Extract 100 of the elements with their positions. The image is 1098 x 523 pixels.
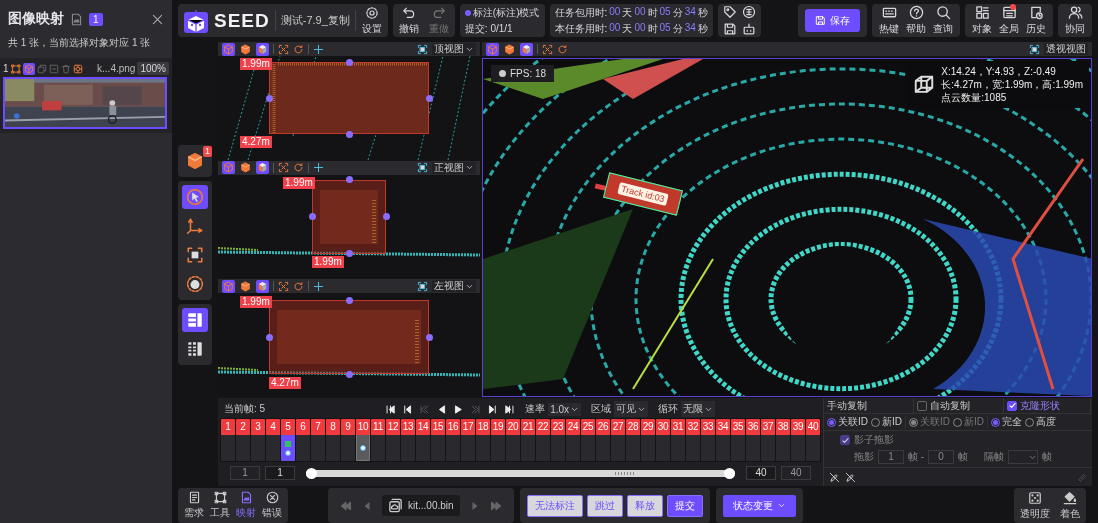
- crosshair-icon[interactable]: [313, 280, 324, 292]
- view-mode-button[interactable]: [256, 279, 269, 293]
- view-dropdown[interactable]: 左视图: [432, 280, 476, 293]
- frame-button[interactable]: 5: [281, 419, 295, 461]
- focus-icon[interactable]: [417, 280, 428, 292]
- frame-button[interactable]: 4: [266, 419, 280, 461]
- tag-icon[interactable]: [722, 5, 737, 19]
- history-button[interactable]: 历史: [1025, 5, 1047, 36]
- previous-icon[interactable]: [362, 500, 372, 511]
- playback-button[interactable]: [504, 403, 516, 415]
- trash-icon[interactable]: [60, 63, 71, 74]
- playback-button[interactable]: [453, 403, 465, 415]
- resize-handle[interactable]: [425, 333, 433, 341]
- select-field[interactable]: [1008, 450, 1039, 464]
- view-dropdown[interactable]: 透视视图: [1044, 43, 1088, 55]
- grid-icon[interactable]: [974, 5, 990, 20]
- crosshair-icon[interactable]: [313, 162, 324, 174]
- nav-tab[interactable]: 错误: [262, 491, 282, 520]
- robot-icon[interactable]: [741, 22, 756, 36]
- frame-button[interactable]: 32: [686, 419, 700, 461]
- resize-handle[interactable]: [265, 333, 273, 341]
- frame-button[interactable]: 2: [236, 419, 250, 461]
- edit-off-icon[interactable]: [829, 472, 840, 483]
- radio-button[interactable]: 完全: [991, 415, 1022, 429]
- action-button[interactable]: 提交: [666, 494, 703, 517]
- option-dropdown[interactable]: 无限: [681, 401, 716, 417]
- checkbox[interactable]: 克隆形状: [1004, 398, 1091, 413]
- refresh-icon[interactable]: [293, 162, 304, 174]
- settings-icon[interactable]: [364, 5, 379, 20]
- focus-icon[interactable]: [1029, 43, 1040, 55]
- frame-button[interactable]: 11: [371, 419, 385, 461]
- fit-icon[interactable]: [542, 43, 553, 55]
- view-mode-button[interactable]: [222, 279, 235, 293]
- view-mode-button[interactable]: [520, 42, 533, 56]
- range-field[interactable]: 40: [746, 466, 776, 480]
- view-dropdown[interactable]: 正视图: [432, 161, 476, 174]
- resize-handle[interactable]: [345, 250, 353, 258]
- radio-button[interactable]: 新ID: [871, 415, 902, 429]
- range-field[interactable]: 1: [265, 466, 295, 480]
- bounding-box[interactable]: [312, 179, 386, 254]
- frame-button[interactable]: 16: [446, 419, 460, 461]
- frame-button[interactable]: 13: [401, 419, 415, 461]
- action-button[interactable]: 释放: [626, 494, 663, 517]
- frame-button[interactable]: 29: [641, 419, 655, 461]
- refresh-icon[interactable]: [557, 43, 568, 55]
- users-icon[interactable]: [1067, 5, 1083, 20]
- view-mode-button[interactable]: [256, 42, 269, 56]
- frame-button[interactable]: 1: [221, 419, 235, 461]
- frame-button[interactable]: 33: [701, 419, 715, 461]
- search-icon[interactable]: [935, 5, 951, 20]
- frame-button[interactable]: 15: [431, 419, 445, 461]
- frame-button[interactable]: 37: [761, 419, 775, 461]
- action-button[interactable]: 无法标注: [526, 494, 583, 517]
- playback-button[interactable]: [402, 403, 414, 415]
- focus-icon[interactable]: [417, 162, 428, 174]
- help-button[interactable]: 帮助: [905, 5, 927, 36]
- frame-button[interactable]: 17: [461, 419, 475, 461]
- close-icon[interactable]: [151, 12, 164, 26]
- playback-button[interactable]: [487, 403, 499, 415]
- panel-icon[interactable]: [1001, 5, 1017, 20]
- frame-button[interactable]: 20: [506, 419, 520, 461]
- frame-button[interactable]: 7: [311, 419, 325, 461]
- focus-icon[interactable]: [417, 43, 428, 55]
- frame-button[interactable]: 19: [491, 419, 505, 461]
- frame-button[interactable]: 25: [581, 419, 595, 461]
- nav-tab[interactable]: 映射: [236, 491, 256, 520]
- frame-button[interactable]: 3: [251, 419, 265, 461]
- keyboard-button[interactable]: 热键: [878, 5, 900, 36]
- view-mode-button[interactable]: [222, 42, 235, 56]
- frame-button[interactable]: 21: [521, 419, 535, 461]
- undo-icon[interactable]: [401, 5, 416, 20]
- checkbox[interactable]: 自动复制: [914, 398, 1004, 413]
- search-button[interactable]: 查询: [932, 5, 954, 36]
- save-icon[interactable]: [722, 22, 737, 36]
- keyboard-icon[interactable]: [881, 5, 897, 20]
- edit-off-icon[interactable]: [845, 472, 856, 483]
- refresh-icon[interactable]: [293, 43, 304, 55]
- option-dropdown[interactable]: 可见: [614, 401, 649, 417]
- view-mode-button[interactable]: [239, 161, 252, 175]
- first-page-icon[interactable]: [340, 499, 352, 512]
- frame-button[interactable]: 34: [716, 419, 730, 461]
- target-icon[interactable]: [72, 63, 83, 74]
- view-mode-button[interactable]: [256, 161, 269, 175]
- settings-button[interactable]: 设置: [360, 5, 383, 36]
- display-button[interactable]: 着色: [1060, 490, 1080, 521]
- action-button[interactable]: 跳过: [586, 494, 623, 517]
- option-dropdown[interactable]: 1.0x: [548, 402, 582, 416]
- grid-button[interactable]: 对象: [971, 5, 993, 36]
- frame-button[interactable]: 24: [566, 419, 580, 461]
- view-mode-button[interactable]: [503, 42, 516, 56]
- save-button[interactable]: 保存: [805, 9, 860, 32]
- nav-tab[interactable]: 工具: [210, 491, 230, 520]
- resize-handle[interactable]: [265, 94, 273, 102]
- frame-button[interactable]: 39: [791, 419, 805, 461]
- resize-handle[interactable]: [345, 176, 353, 184]
- fit-icon[interactable]: [278, 43, 289, 55]
- resize-handle[interactable]: [345, 58, 353, 66]
- frame-button[interactable]: 12: [386, 419, 400, 461]
- resize-handle[interactable]: [308, 213, 316, 221]
- status-dropdown[interactable]: 状态变更: [722, 494, 796, 517]
